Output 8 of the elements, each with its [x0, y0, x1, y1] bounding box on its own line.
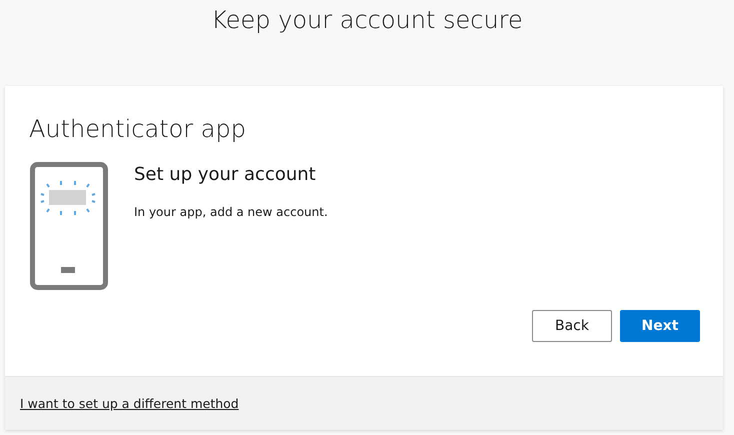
card-title: Authenticator app	[29, 114, 246, 145]
step-heading: Set up your account	[134, 163, 317, 187]
page-title: Keep your account secure	[210, 5, 524, 36]
different-method-link[interactable]: I want to set up a different method	[20, 396, 239, 411]
next-button[interactable]: Next	[620, 310, 700, 342]
step-description: In your app, add a new account.	[134, 205, 328, 219]
phone-icon	[30, 162, 108, 290]
back-button[interactable]: Back	[532, 310, 612, 342]
